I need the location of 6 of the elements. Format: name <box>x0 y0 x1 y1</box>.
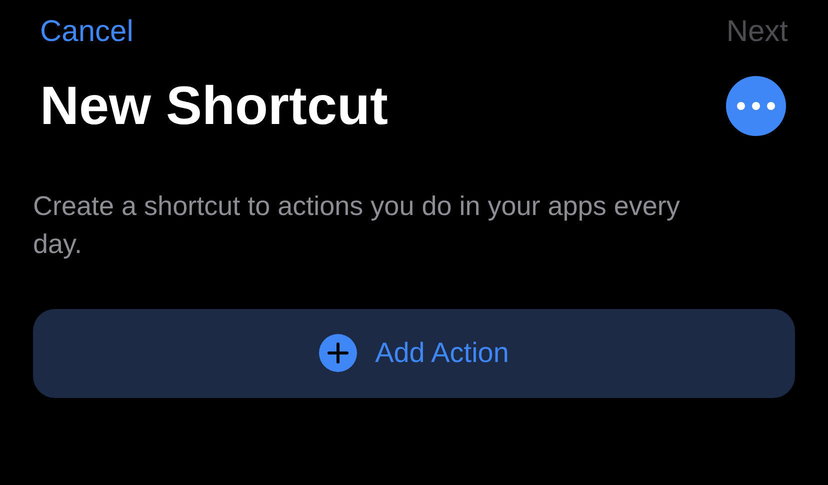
more-icon <box>737 102 775 110</box>
page-title: New Shortcut <box>40 75 388 138</box>
plus-icon <box>319 334 358 372</box>
add-action-button[interactable]: Add Action <box>33 308 795 398</box>
cancel-button[interactable]: Cancel <box>40 14 134 50</box>
description-text: Create a shortcut to actions you do in your apps every day. <box>33 190 681 261</box>
